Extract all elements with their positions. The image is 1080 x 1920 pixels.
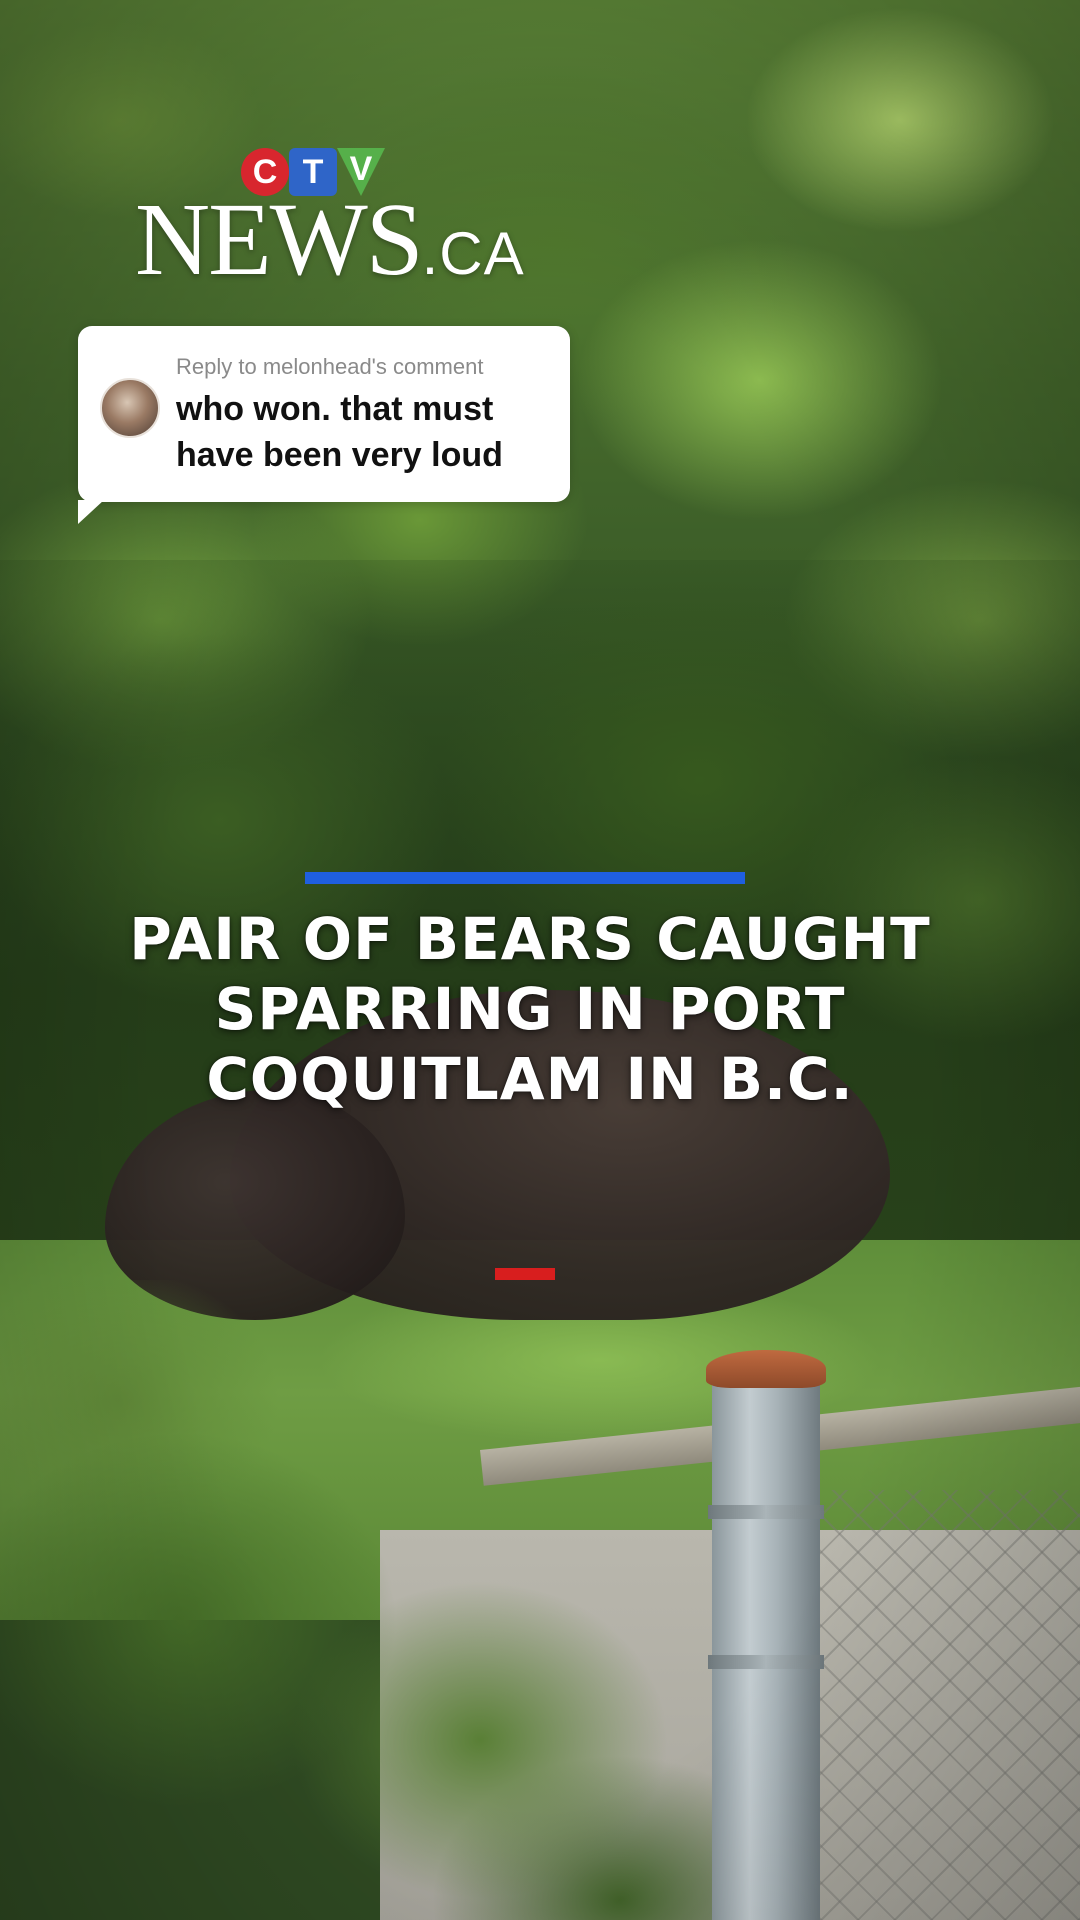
reply-comment-text: who won. that must have been very loud [176,390,503,474]
news-word: NEWS [135,182,424,297]
news-domain: .CA [421,220,525,287]
news-wordmark: NEWS.CA [135,188,525,292]
headline-accent-bar-bottom [495,1268,555,1280]
headline-accent-bar-top [305,872,745,884]
user-avatar-icon [100,378,160,438]
ctv-news-logo: C T V NEWS.CA [135,148,535,292]
reply-comment-bubble[interactable]: Reply to melonhead's comment who won. th… [78,326,570,524]
headline: PAIR OF BEARS CAUGHT SPARRING IN PORT CO… [129,905,931,1113]
reply-label: Reply to melonhead's comment [176,354,484,379]
bubble-tail [78,500,104,524]
video-frame[interactable]: C T V NEWS.CA Reply to melonhead's comme… [0,0,1080,1920]
